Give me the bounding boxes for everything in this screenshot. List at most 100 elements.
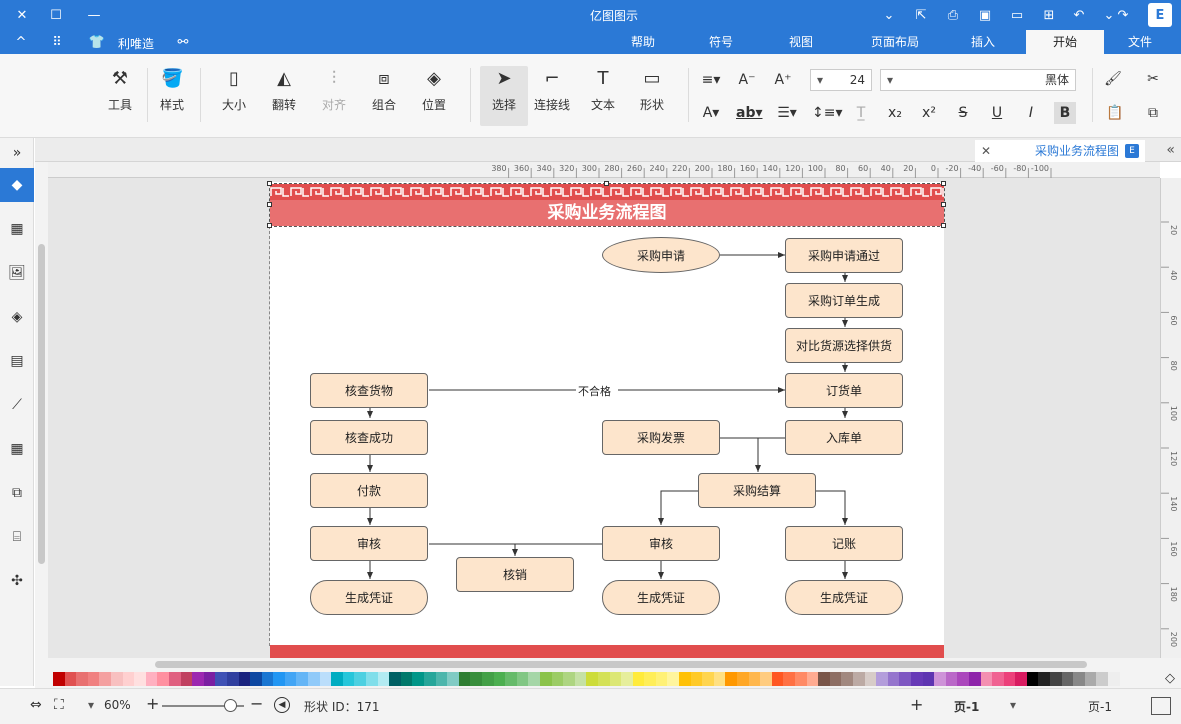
font-family-select[interactable]: ▾ 黑体 [880,69,1076,91]
color-swatch[interactable] [806,672,819,686]
color-swatch[interactable] [957,672,969,686]
color-swatch[interactable] [563,672,575,686]
tools-button[interactable]: ⚒ 工具 [98,66,142,126]
node-cancel[interactable]: 核销 [456,557,574,592]
color-swatch[interactable] [389,672,401,686]
group-button[interactable]: ⧈ 组合 [362,66,406,126]
color-swatch[interactable] [1038,672,1051,686]
paste-icon[interactable]: 📋 [1104,102,1126,124]
tab-start[interactable]: 开始 [1026,30,1104,54]
color-swatch[interactable] [180,672,193,686]
color-swatch[interactable] [354,672,367,686]
zoom-value[interactable]: 60% [104,698,131,712]
color-swatch[interactable] [261,672,274,686]
bold-icon[interactable]: B [1054,102,1076,124]
expand-right-icon[interactable]: « [1166,142,1175,158]
edge-settle-auditmid[interactable] [658,490,698,525]
color-swatch[interactable] [574,672,587,686]
fill-panel-icon[interactable]: ◆ [0,168,34,202]
color-swatch[interactable] [424,672,436,686]
color-swatch[interactable] [528,672,540,686]
resize-handle[interactable] [941,181,946,186]
node-settle[interactable]: 采购结算 [698,473,816,508]
share-network-icon[interactable]: ⚯ [174,33,192,51]
document-tab[interactable]: E 采购业务流程图 ✕ [975,140,1145,162]
redo-icon[interactable]: ↷ [1114,6,1132,24]
node-apply[interactable]: 采购申请 [602,237,720,273]
resize-handle[interactable] [941,202,946,207]
fit-page-icon[interactable]: ⇔ [30,697,42,713]
color-swatch[interactable] [679,672,691,686]
shape-button[interactable]: ▭ 形状 [630,66,674,126]
page-view-icon[interactable] [1151,697,1171,715]
canvas-area[interactable]: 采购业务流程图 不合格 采购申请 采购申请通过 采购订单生成 对比货源选择供货 … [48,178,1160,658]
color-swatch[interactable] [284,672,297,686]
new-icon[interactable]: ⊞ [1040,6,1058,24]
node-approve[interactable]: 采购申请通过 [785,238,903,273]
resize-handle[interactable] [941,223,946,228]
color-swatch[interactable] [783,672,795,686]
color-swatch[interactable] [1084,672,1097,686]
vertical-scrollbar[interactable] [35,162,48,658]
color-swatch[interactable] [296,672,309,686]
color-swatch[interactable] [934,672,946,686]
bullet-list-icon[interactable]: ☰▾ [776,102,798,124]
color-swatch[interactable] [122,672,135,686]
collapse-ribbon-icon[interactable]: ^ [12,33,30,51]
color-swatch[interactable] [134,672,146,686]
color-swatch[interactable] [771,672,784,686]
share-icon[interactable]: ⇱ [912,6,930,24]
font-size-select[interactable]: ▾ 24 [810,69,872,91]
resize-handle[interactable] [267,202,272,207]
color-swatch[interactable] [470,672,482,686]
save-icon[interactable]: ▣ [976,6,994,24]
color-swatch[interactable] [887,672,900,686]
text-direction-icon[interactable]: T̲ [850,102,872,124]
color-swatch[interactable] [992,672,1004,686]
node-order[interactable]: 采购订单生成 [785,283,903,318]
user-name[interactable]: 利唯造 [118,35,154,52]
resize-handle[interactable] [267,181,272,186]
color-swatch[interactable] [621,672,633,686]
color-swatch[interactable] [192,672,204,686]
color-swatch[interactable] [737,672,749,686]
close-icon[interactable]: ✕ [13,6,31,24]
color-swatch[interactable] [1050,672,1062,686]
align-button[interactable]: ⫶ 对齐 [312,66,356,126]
color-swatch[interactable] [539,672,552,686]
color-swatch[interactable] [1061,672,1074,686]
color-swatch[interactable] [412,672,424,686]
fullscreen-icon[interactable]: ⛶ [54,697,64,713]
minimize-icon[interactable]: — [85,6,103,24]
table-panel-icon[interactable]: ▦ [6,438,28,460]
flip-button[interactable]: ◭ 翻转 [262,66,306,126]
color-swatch[interactable] [215,672,227,686]
horizontal-scrollbar[interactable] [35,658,1181,670]
color-swatch[interactable] [1108,672,1120,686]
color-swatch[interactable] [1096,672,1109,686]
edge-settle-book[interactable] [816,490,848,525]
color-swatch[interactable] [400,672,413,686]
grid-panel-icon[interactable]: ▦ [6,218,28,240]
format-panel-icon[interactable]: ⌸ [6,526,28,548]
color-swatch[interactable] [1003,672,1016,686]
tab-view[interactable]: 视图 [766,30,836,54]
node-cert-mid[interactable]: 生成凭证 [602,580,720,615]
color-swatch[interactable] [203,672,216,686]
node-compare[interactable]: 对比货源选择供货 [785,328,903,363]
italic-icon[interactable]: I [1020,102,1042,124]
apps-icon[interactable]: ⠿ [48,33,66,51]
color-swatch[interactable] [366,672,378,686]
shirt-icon[interactable]: 👕 [88,33,106,51]
color-swatch[interactable] [609,672,622,686]
color-swatch[interactable] [110,672,123,686]
color-swatch[interactable] [226,672,239,686]
tab-insert[interactable]: 插入 [948,30,1018,54]
position-button[interactable]: ◈ 位置 [412,66,456,126]
font-color-icon[interactable]: A▾ [700,102,722,124]
color-swatch[interactable] [238,672,251,686]
edge-label-fail[interactable]: 不合格 [578,383,611,399]
image-panel-icon[interactable]: 🖼 [6,262,28,284]
maximize-icon[interactable]: ☐ [47,6,65,24]
color-swatch[interactable] [690,672,703,686]
